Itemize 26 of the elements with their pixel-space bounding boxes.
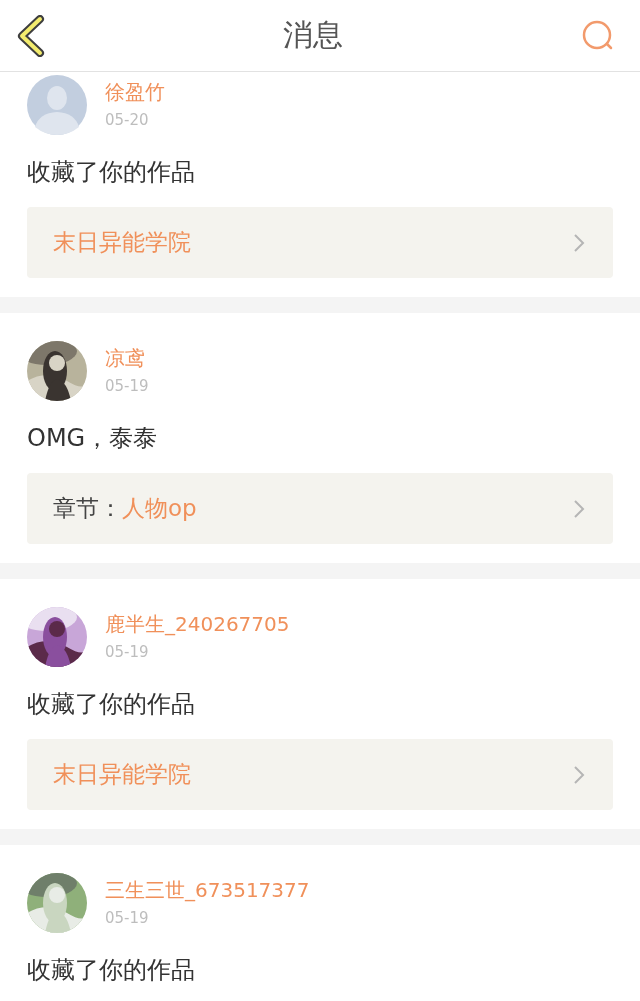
reference-title: 末日异能学院 xyxy=(53,228,191,257)
page-title: 消息 xyxy=(283,16,343,54)
chevron-left-icon xyxy=(16,14,46,57)
message-date: 05-19 xyxy=(105,376,149,396)
reference-link[interactable]: 章节：人物op xyxy=(27,473,613,544)
message-text: OMG，泰泰 xyxy=(27,423,159,454)
message-date: 05-19 xyxy=(105,642,150,662)
user-name[interactable]: 三生三世_673517377 xyxy=(105,878,310,902)
user-name[interactable]: 徐盈竹 xyxy=(105,80,165,104)
message-text: 收藏了你的作品 xyxy=(27,955,196,986)
reference-title: 人物op xyxy=(122,494,197,523)
back-button[interactable] xyxy=(16,14,46,57)
chevron-right-icon xyxy=(573,498,585,519)
user-name[interactable]: 鹿半生_240267705 xyxy=(105,612,290,636)
reference-label: 章节： xyxy=(53,494,122,523)
default-avatar-icon xyxy=(27,75,87,135)
message-text: 收藏了你的作品 xyxy=(27,157,196,188)
chevron-right-icon xyxy=(573,232,585,253)
reference-link[interactable]: 末日异能学院 xyxy=(27,207,613,278)
message-date: 05-20 xyxy=(105,110,150,130)
message-date: 05-19 xyxy=(105,908,150,928)
reference-title: 末日异能学院 xyxy=(53,760,191,789)
user-name[interactable]: 凉鸢 xyxy=(105,346,149,370)
message-text: 收藏了你的作品 xyxy=(27,689,196,720)
reference-link[interactable]: 末日异能学院 xyxy=(27,739,613,810)
chevron-right-icon xyxy=(573,764,585,785)
